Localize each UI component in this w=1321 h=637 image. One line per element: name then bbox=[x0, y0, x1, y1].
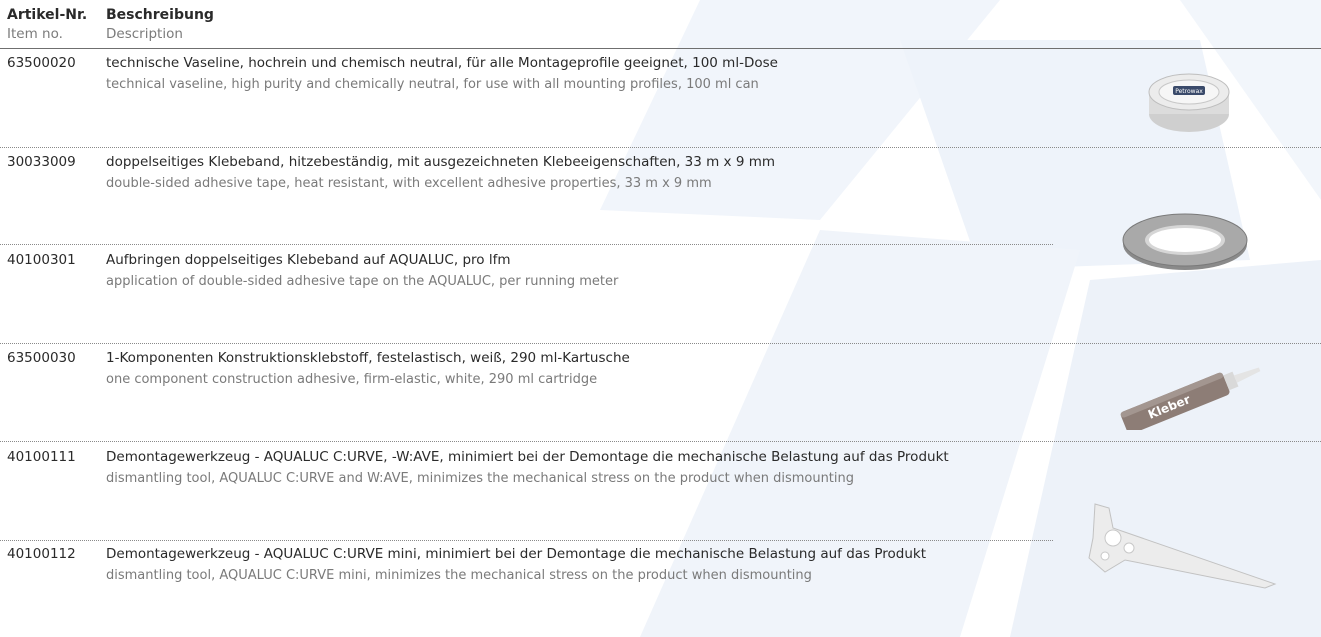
row-divider bbox=[0, 441, 1321, 442]
description-en: double-sided adhesive tape, heat resista… bbox=[106, 176, 712, 191]
item-number: 40100111 bbox=[7, 449, 76, 465]
header-item-number-en: Item no. bbox=[7, 26, 63, 42]
description-en: application of double-sided adhesive tap… bbox=[106, 274, 619, 289]
item-number: 40100301 bbox=[7, 252, 76, 268]
item-number: 40100112 bbox=[7, 546, 76, 562]
description-de: technische Vaseline, hochrein und chemis… bbox=[106, 55, 778, 71]
header-divider bbox=[0, 48, 1321, 49]
row-divider bbox=[0, 343, 1321, 344]
item-number: 63500030 bbox=[7, 350, 76, 366]
description-en: one component construction adhesive, fir… bbox=[106, 372, 598, 387]
description-de: Demontagewerkzeug - AQUALUC C:URVE, -W:A… bbox=[106, 449, 949, 465]
header-description-de: Beschreibung bbox=[106, 7, 214, 23]
header-description: Beschreibung Description bbox=[106, 6, 214, 44]
description-de: doppelseitiges Klebeband, hitzebeständig… bbox=[106, 154, 776, 170]
description-en: technical vaseline, high purity and chem… bbox=[106, 77, 759, 92]
item-number: 63500020 bbox=[7, 55, 76, 71]
description-de: 1-Komponenten Konstruktionsklebstoff, fe… bbox=[106, 350, 630, 366]
adhesive-tape-image bbox=[1122, 213, 1248, 270]
vaseline-can-image: Petrowax bbox=[1148, 73, 1230, 132]
description-de: Demontagewerkzeug - AQUALUC C:URVE mini,… bbox=[106, 546, 927, 562]
row-divider bbox=[0, 147, 1321, 148]
description-en: dismantling tool, AQUALUC C:URVE mini, m… bbox=[106, 568, 812, 583]
header-description-en: Description bbox=[106, 26, 183, 42]
description-de: Aufbringen doppelseitiges Klebeband auf … bbox=[106, 252, 511, 268]
header-item-number: Artikel-Nr. Item no. bbox=[7, 6, 87, 44]
row-divider bbox=[0, 540, 1053, 541]
adhesive-cartridge-image: Kleber bbox=[1120, 367, 1261, 430]
description-en: dismantling tool, AQUALUC C:URVE and W:A… bbox=[106, 471, 855, 486]
item-number: 30033009 bbox=[7, 154, 76, 170]
vaseline-label: Petrowax bbox=[1175, 88, 1203, 95]
row-divider bbox=[0, 244, 1053, 245]
dismantling-tool-image bbox=[1088, 503, 1277, 589]
header-item-number-de: Artikel-Nr. bbox=[7, 7, 88, 23]
